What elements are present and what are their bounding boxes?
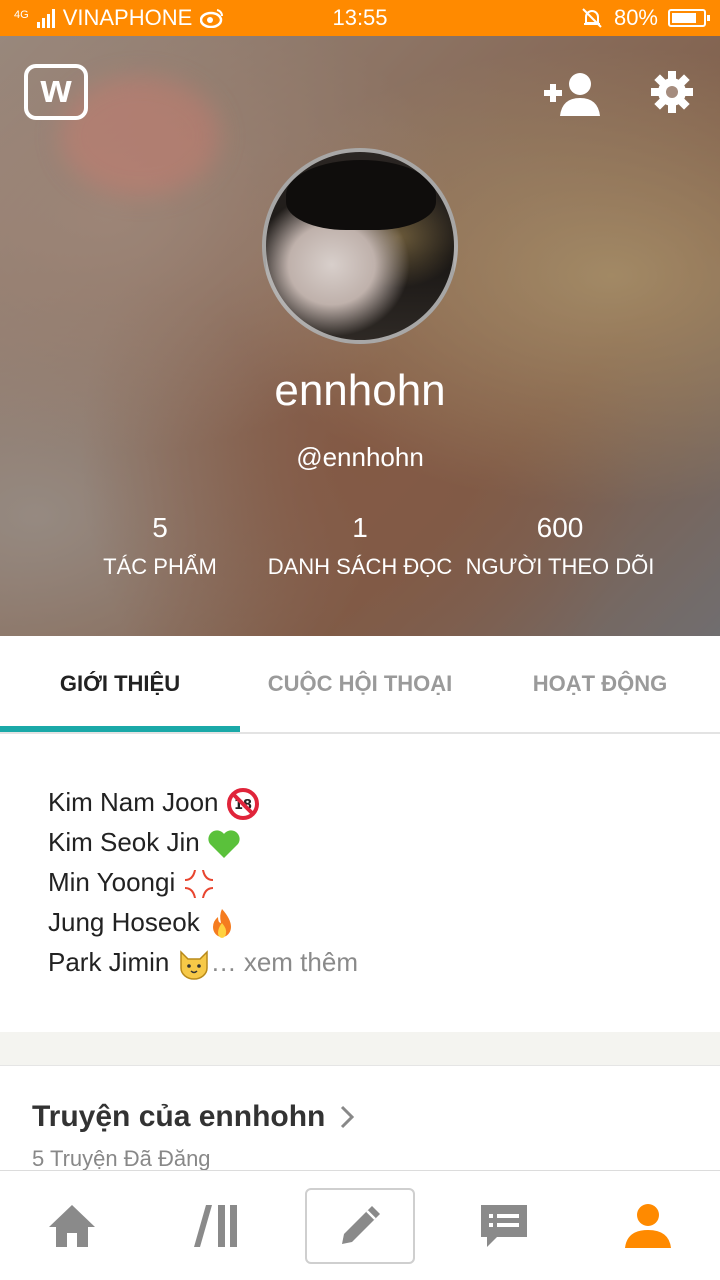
network-type-label: 4G <box>14 9 29 21</box>
signal-icon <box>36 8 55 28</box>
profile-tabs: GIỚI THIỆU CUỘC HỘI THOẠI HOẠT ĐỘNG <box>0 636 720 734</box>
nav-library[interactable] <box>144 1171 288 1280</box>
chevron-right-icon <box>341 1105 355 1129</box>
avatar[interactable] <box>262 148 458 344</box>
stat-value: 5 <box>152 512 168 543</box>
stat-reading-lists[interactable]: 1 DANH SÁCH ĐỌC <box>260 512 460 580</box>
wattpad-logo[interactable]: w <box>24 64 88 120</box>
see-more-link[interactable]: xem thêm <box>244 947 358 977</box>
about-line: Jung Hoseok <box>48 902 672 942</box>
tab-conversations[interactable]: CUỘC HỘI THOẠI <box>240 636 480 732</box>
profile-icon <box>625 1203 671 1248</box>
stat-label: DANH SÁCH ĐỌC <box>267 554 453 579</box>
about-line-text: Kim Seok Jin <box>48 827 200 857</box>
battery-icon <box>668 9 710 27</box>
username: @ennhohn <box>296 442 424 472</box>
about-line-text: Min Yoongi <box>48 867 176 897</box>
stat-value: 600 <box>536 512 584 543</box>
nav-profile[interactable] <box>576 1171 720 1280</box>
ellipsis: … <box>210 947 237 977</box>
about-line: Kim Seok Jin <box>48 822 672 862</box>
about-line: Park Jimin … xem thêm <box>48 942 672 982</box>
stat-followers[interactable]: 600 NGƯỜI THEO DÕI <box>460 512 660 580</box>
weibo-icon <box>200 9 224 28</box>
stories-section[interactable]: Truyện của ennhohn 5 Truyện Đã Đăng <box>0 1066 720 1171</box>
logo-letter: w <box>40 66 72 111</box>
stat-works[interactable]: 5 TÁC PHẨM <box>60 512 260 580</box>
display-name: ennhohn <box>274 366 446 415</box>
pencil-icon <box>342 1205 380 1244</box>
nav-messages[interactable] <box>432 1171 576 1280</box>
stories-count: 5 Truyện Đã Đăng <box>32 1146 211 1171</box>
anger-icon <box>185 870 214 899</box>
about-section: Kim Nam Joon 18 Kim Seok Jin Min Yoongi … <box>0 736 720 1032</box>
stat-value: 1 <box>352 512 368 543</box>
tab-about[interactable]: GIỚI THIỆU <box>0 636 240 732</box>
clock: 13:55 <box>332 5 388 30</box>
section-divider <box>0 1032 720 1066</box>
nav-write[interactable] <box>288 1171 432 1280</box>
settings-gear-icon[interactable] <box>650 70 694 114</box>
mute-bell-icon <box>582 8 602 28</box>
about-line-text: Park Jimin <box>48 947 170 977</box>
no-under-18-icon: 18 <box>226 788 259 821</box>
stat-label: TÁC PHẨM <box>103 554 217 579</box>
messages-icon <box>481 1204 527 1247</box>
profile-header: w ennhohn @ennhohn 5 TÁC PHẨM 1 DANH SÁC… <box>0 36 720 636</box>
library-icon <box>194 1204 237 1247</box>
about-line: Min Yoongi <box>48 862 672 902</box>
add-follow-icon[interactable] <box>544 70 604 118</box>
about-line-text: Jung Hoseok <box>48 907 200 937</box>
green-heart-icon <box>208 830 240 859</box>
battery-percent: 80% <box>613 5 658 30</box>
write-button[interactable] <box>305 1187 415 1264</box>
bottom-navigation <box>0 1170 720 1280</box>
stories-title: Truyện của ennhohn <box>32 1100 326 1133</box>
cat-face-icon <box>179 950 208 980</box>
stat-label: NGƯỜI THEO DÕI <box>465 554 655 579</box>
fire-icon <box>213 909 231 939</box>
nav-home[interactable] <box>0 1171 144 1280</box>
status-bar: 4G VINAPHONE 13:55 80% <box>0 0 720 36</box>
about-line-text: Kim Nam Joon <box>48 787 219 817</box>
tab-activity[interactable]: HOẠT ĐỘNG <box>480 636 720 732</box>
about-line: Kim Nam Joon 18 <box>48 782 672 822</box>
carrier-name: VINAPHONE <box>62 5 193 30</box>
profile-stats: 5 TÁC PHẨM 1 DANH SÁCH ĐỌC 600 NGƯỜI THE… <box>60 512 660 580</box>
home-icon <box>49 1204 95 1247</box>
